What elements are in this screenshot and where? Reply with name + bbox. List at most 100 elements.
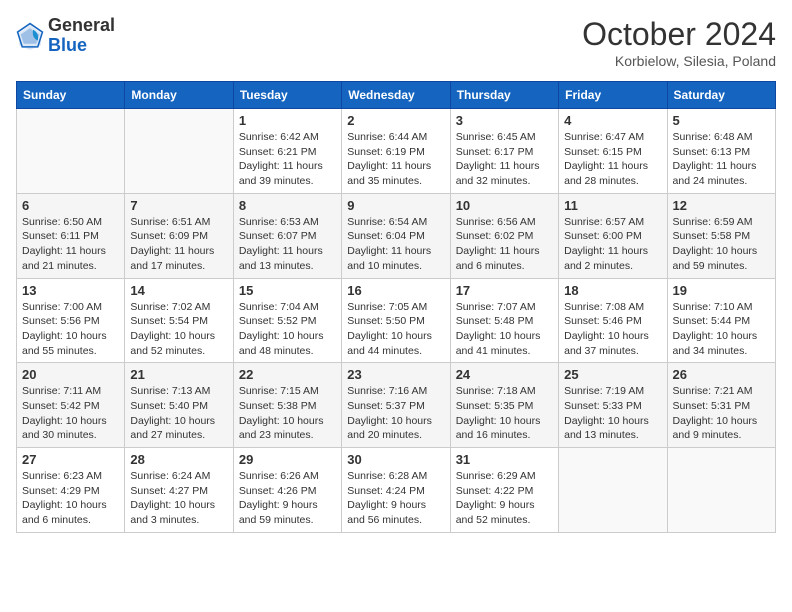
calendar-cell: 4 Sunrise: 6:47 AMSunset: 6:15 PMDaylight…	[559, 109, 667, 194]
week-row-1: 1Sunrise: 6:42 AMSunset: 6:21 PMDaylight…	[17, 109, 776, 194]
day-info: Sunrise: 7:07 AMSunset: 5:48 PMDaylight:…	[456, 300, 553, 359]
calendar-cell: 20 Sunrise: 7:11 AMSunset: 5:42 PMDayligh…	[17, 363, 125, 448]
weekday-header-saturday: Saturday	[667, 82, 775, 109]
day-info: Sunrise: 6:28 AMSunset: 4:24 PMDaylight:…	[347, 469, 444, 528]
day-number: 9	[347, 198, 444, 213]
day-number: 12	[673, 198, 770, 213]
day-info: Sunrise: 7:13 AMSunset: 5:40 PMDaylight:…	[130, 384, 227, 443]
day-info: Sunrise: 7:02 AMSunset: 5:54 PMDaylight:…	[130, 300, 227, 359]
calendar-cell: 25Sunrise: 7:19 AMSunset: 5:33 PMDayligh…	[559, 363, 667, 448]
day-number: 30	[347, 452, 444, 467]
day-info: Sunrise: 6:48 AMSunset: 6:13 PMDaylight:…	[673, 130, 770, 189]
weekday-header-thursday: Thursday	[450, 82, 558, 109]
day-info: Sunrise: 7:19 AMSunset: 5:33 PMDaylight:…	[564, 384, 661, 443]
calendar-cell: 17 Sunrise: 7:07 AMSunset: 5:48 PMDayligh…	[450, 278, 558, 363]
day-number: 17	[456, 283, 553, 298]
calendar-cell: 26Sunrise: 7:21 AMSunset: 5:31 PMDayligh…	[667, 363, 775, 448]
day-number: 15	[239, 283, 336, 298]
calendar-cell: 9 Sunrise: 6:54 AMSunset: 6:04 PMDaylight…	[342, 193, 450, 278]
day-info: Sunrise: 6:50 AMSunset: 6:11 PMDaylight:…	[22, 215, 119, 274]
day-number: 24	[456, 367, 553, 382]
calendar-cell: 14 Sunrise: 7:02 AMSunset: 5:54 PMDayligh…	[125, 278, 233, 363]
day-number: 27	[22, 452, 119, 467]
day-number: 29	[239, 452, 336, 467]
weekday-header-row: SundayMondayTuesdayWednesdayThursdayFrid…	[17, 82, 776, 109]
day-info: Sunrise: 6:54 AMSunset: 6:04 PMDaylight:…	[347, 215, 444, 274]
calendar-cell	[667, 448, 775, 533]
day-number: 3	[456, 113, 553, 128]
day-number: 6	[22, 198, 119, 213]
weekday-header-wednesday: Wednesday	[342, 82, 450, 109]
day-info: Sunrise: 7:05 AMSunset: 5:50 PMDaylight:…	[347, 300, 444, 359]
day-info: Sunrise: 7:00 AMSunset: 5:56 PMDaylight:…	[22, 300, 119, 359]
weekday-header-friday: Friday	[559, 82, 667, 109]
calendar-cell: 2Sunrise: 6:44 AMSunset: 6:19 PMDaylight…	[342, 109, 450, 194]
week-row-4: 20 Sunrise: 7:11 AMSunset: 5:42 PMDayligh…	[17, 363, 776, 448]
day-number: 10	[456, 198, 553, 213]
calendar-cell: 11 Sunrise: 6:57 AMSunset: 6:00 PMDayligh…	[559, 193, 667, 278]
calendar-cell: 3 Sunrise: 6:45 AMSunset: 6:17 PMDaylight…	[450, 109, 558, 194]
page-header: General Blue October 2024 Korbielow, Sil…	[16, 16, 776, 69]
week-row-5: 27 Sunrise: 6:23 AMSunset: 4:29 PMDayligh…	[17, 448, 776, 533]
weekday-header-monday: Monday	[125, 82, 233, 109]
calendar-cell: 13 Sunrise: 7:00 AMSunset: 5:56 PMDayligh…	[17, 278, 125, 363]
weekday-header-sunday: Sunday	[17, 82, 125, 109]
day-number: 26	[673, 367, 770, 382]
calendar-cell: 24 Sunrise: 7:18 AMSunset: 5:35 PMDayligh…	[450, 363, 558, 448]
day-number: 14	[130, 283, 227, 298]
calendar-cell	[125, 109, 233, 194]
day-number: 7	[130, 198, 227, 213]
day-number: 13	[22, 283, 119, 298]
weekday-header-tuesday: Tuesday	[233, 82, 341, 109]
calendar-cell: 7Sunrise: 6:51 AMSunset: 6:09 PMDaylight…	[125, 193, 233, 278]
day-info: Sunrise: 6:57 AMSunset: 6:00 PMDaylight:…	[564, 215, 661, 274]
day-number: 4	[564, 113, 661, 128]
calendar-cell: 30 Sunrise: 6:28 AMSunset: 4:24 PMDayligh…	[342, 448, 450, 533]
calendar-cell: 10 Sunrise: 6:56 AMSunset: 6:02 PMDayligh…	[450, 193, 558, 278]
calendar-cell: 29 Sunrise: 6:26 AMSunset: 4:26 PMDayligh…	[233, 448, 341, 533]
day-info: Sunrise: 6:53 AMSunset: 6:07 PMDaylight:…	[239, 215, 336, 274]
calendar-cell: 27 Sunrise: 6:23 AMSunset: 4:29 PMDayligh…	[17, 448, 125, 533]
calendar-cell: 8Sunrise: 6:53 AMSunset: 6:07 PMDaylight…	[233, 193, 341, 278]
day-number: 11	[564, 198, 661, 213]
day-info: Sunrise: 6:47 AMSunset: 6:15 PMDaylight:…	[564, 130, 661, 189]
calendar-cell: 22Sunrise: 7:15 AMSunset: 5:38 PMDayligh…	[233, 363, 341, 448]
day-info: Sunrise: 6:42 AMSunset: 6:21 PMDaylight:…	[239, 130, 336, 189]
day-info: Sunrise: 6:24 AMSunset: 4:27 PMDaylight:…	[130, 469, 227, 528]
day-info: Sunrise: 7:18 AMSunset: 5:35 PMDaylight:…	[456, 384, 553, 443]
calendar-cell	[559, 448, 667, 533]
day-number: 31	[456, 452, 553, 467]
day-number: 21	[130, 367, 227, 382]
day-number: 23	[347, 367, 444, 382]
logo-icon	[16, 22, 44, 50]
calendar-table: SundayMondayTuesdayWednesdayThursdayFrid…	[16, 81, 776, 533]
day-number: 18	[564, 283, 661, 298]
calendar-cell: 31 Sunrise: 6:29 AMSunset: 4:22 PMDayligh…	[450, 448, 558, 533]
location-subtitle: Korbielow, Silesia, Poland	[582, 53, 776, 69]
day-info: Sunrise: 7:16 AMSunset: 5:37 PMDaylight:…	[347, 384, 444, 443]
calendar-cell: 16Sunrise: 7:05 AMSunset: 5:50 PMDayligh…	[342, 278, 450, 363]
title-block: October 2024 Korbielow, Silesia, Poland	[582, 16, 776, 69]
day-info: Sunrise: 7:11 AMSunset: 5:42 PMDaylight:…	[22, 384, 119, 443]
calendar-cell: 18 Sunrise: 7:08 AMSunset: 5:46 PMDayligh…	[559, 278, 667, 363]
day-number: 2	[347, 113, 444, 128]
day-info: Sunrise: 7:08 AMSunset: 5:46 PMDaylight:…	[564, 300, 661, 359]
day-info: Sunrise: 7:10 AMSunset: 5:44 PMDaylight:…	[673, 300, 770, 359]
logo: General Blue	[16, 16, 115, 56]
day-number: 28	[130, 452, 227, 467]
calendar-cell: 21 Sunrise: 7:13 AMSunset: 5:40 PMDayligh…	[125, 363, 233, 448]
calendar-cell: 15Sunrise: 7:04 AMSunset: 5:52 PMDayligh…	[233, 278, 341, 363]
day-info: Sunrise: 6:56 AMSunset: 6:02 PMDaylight:…	[456, 215, 553, 274]
day-info: Sunrise: 6:59 AMSunset: 5:58 PMDaylight:…	[673, 215, 770, 274]
day-info: Sunrise: 6:29 AMSunset: 4:22 PMDaylight:…	[456, 469, 553, 528]
calendar-cell: 6 Sunrise: 6:50 AMSunset: 6:11 PMDaylight…	[17, 193, 125, 278]
day-info: Sunrise: 6:26 AMSunset: 4:26 PMDaylight:…	[239, 469, 336, 528]
week-row-2: 6 Sunrise: 6:50 AMSunset: 6:11 PMDaylight…	[17, 193, 776, 278]
day-number: 20	[22, 367, 119, 382]
calendar-cell: 1Sunrise: 6:42 AMSunset: 6:21 PMDaylight…	[233, 109, 341, 194]
calendar-cell	[17, 109, 125, 194]
day-info: Sunrise: 6:45 AMSunset: 6:17 PMDaylight:…	[456, 130, 553, 189]
logo-text: General Blue	[48, 16, 115, 56]
day-info: Sunrise: 6:23 AMSunset: 4:29 PMDaylight:…	[22, 469, 119, 528]
calendar-cell: 5Sunrise: 6:48 AMSunset: 6:13 PMDaylight…	[667, 109, 775, 194]
